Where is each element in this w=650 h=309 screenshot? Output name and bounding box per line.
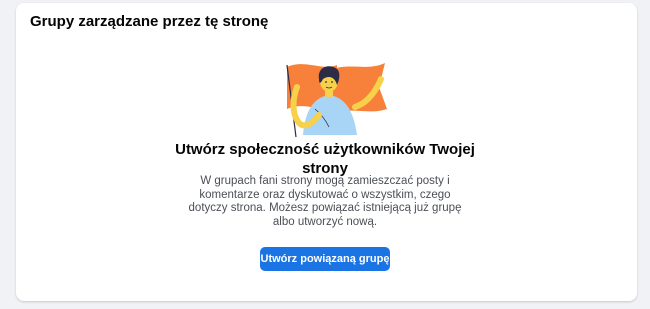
panel-title: Grupy zarządzane przez tę stronę [30,13,269,30]
empty-state-description: W grupach fani strony mogą zamieszczać p… [188,175,462,228]
groups-panel-card: Grupy zarządzane przez tę stronę Utwórz … [16,3,637,301]
create-linked-group-button[interactable]: Utwórz powiązaną grupę [260,247,390,271]
empty-state-title: Utwórz społeczność użytkowników Twojej s… [175,141,475,177]
person-holding-flag-illustration [286,63,387,138]
